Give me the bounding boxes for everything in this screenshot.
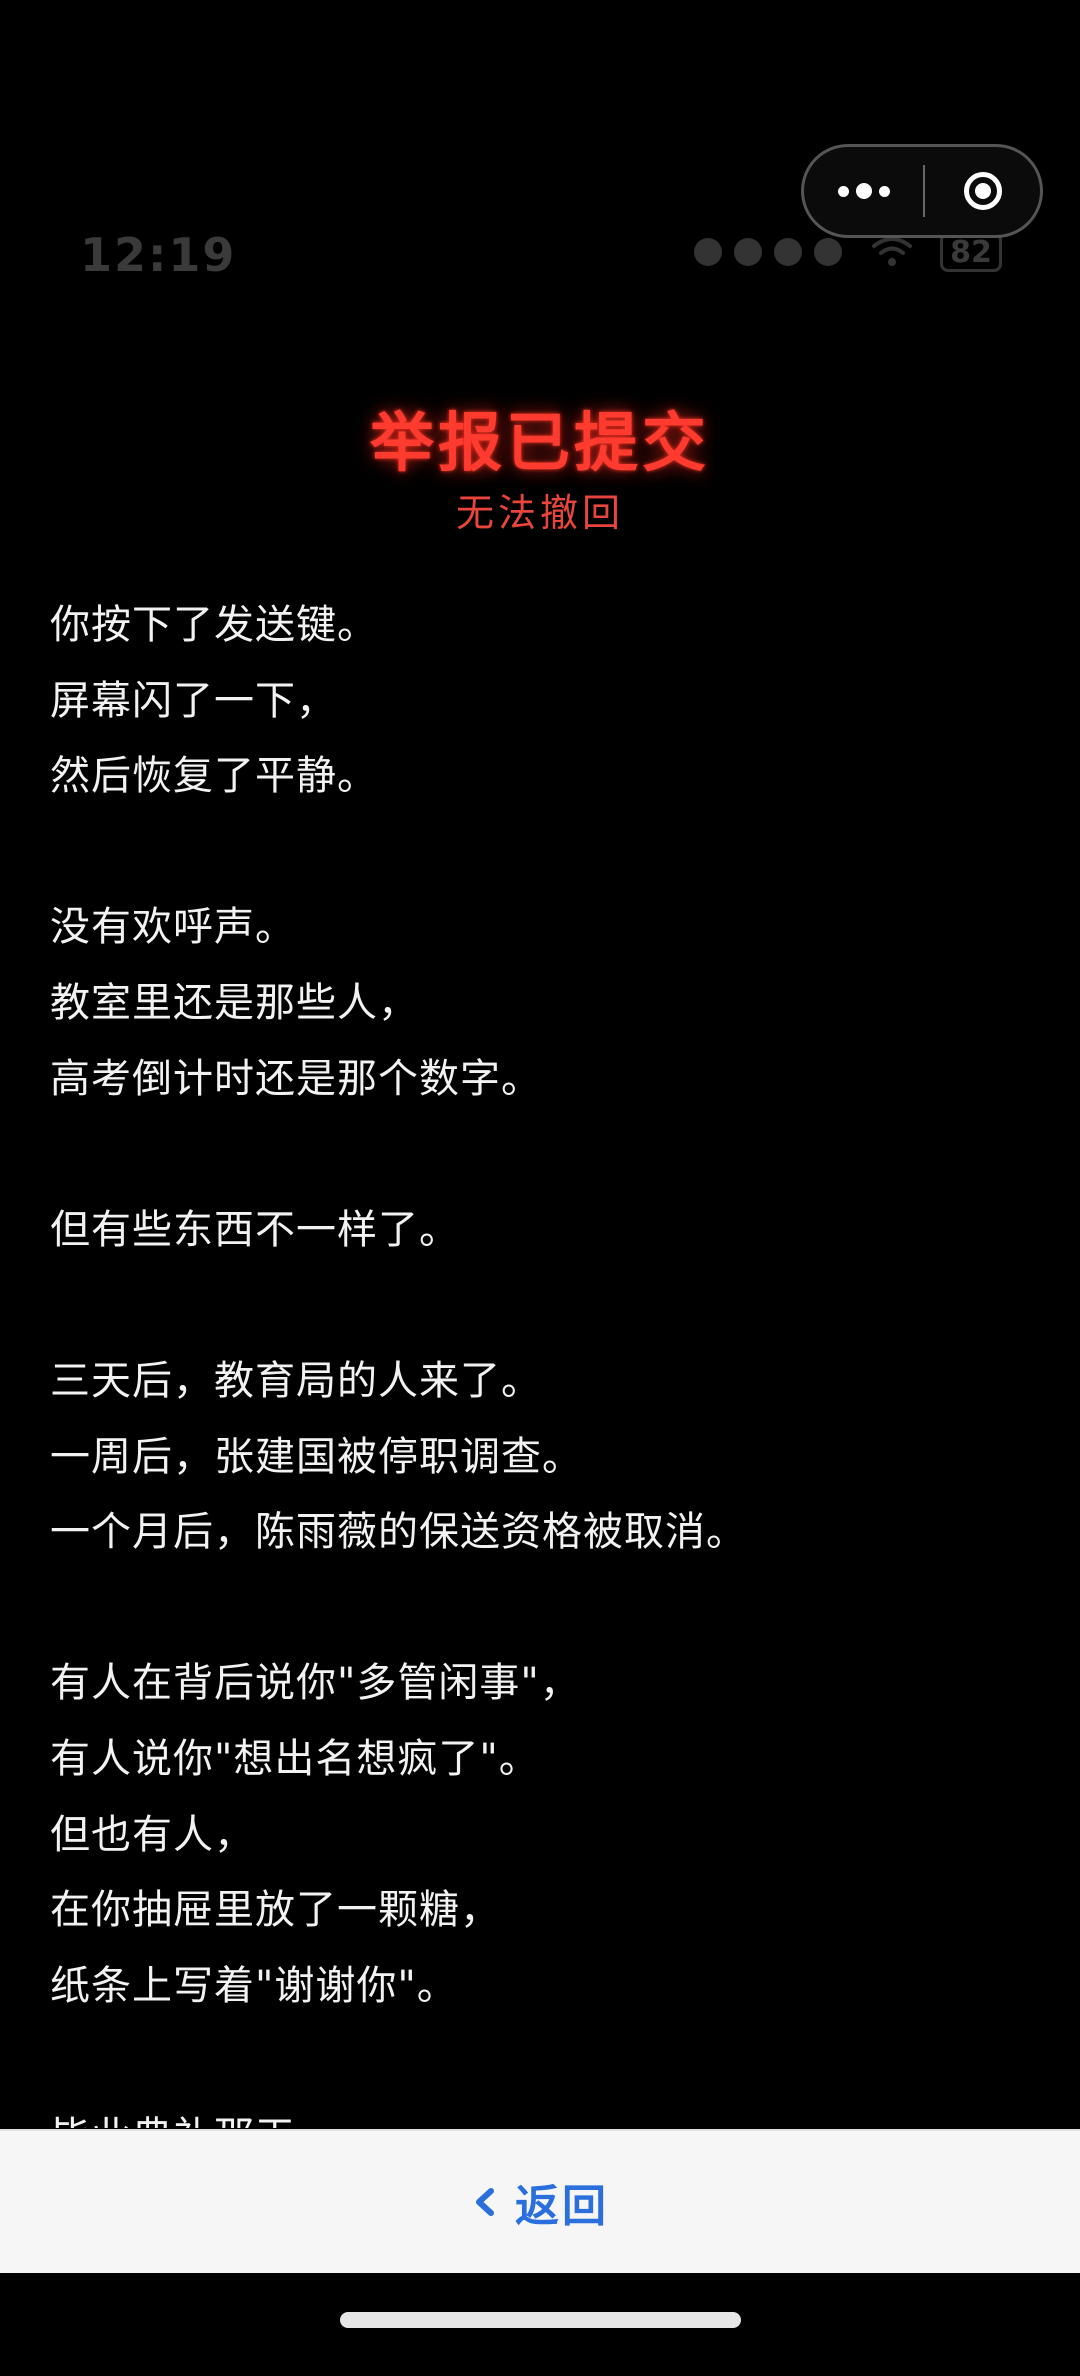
story-line: 三天后，教育局的人来了。 bbox=[50, 1357, 542, 1404]
more-dots-icon[interactable] bbox=[804, 147, 923, 235]
story-line: 纸条上写着"谢谢你"。 bbox=[50, 1962, 458, 2009]
home-indicator[interactable] bbox=[340, 2312, 741, 2328]
signal-dot-icon bbox=[734, 238, 762, 266]
story-line: 屏幕闪了一下， bbox=[50, 677, 337, 724]
target-ring-icon[interactable] bbox=[925, 147, 1040, 235]
page-title: 举报已提交 bbox=[370, 407, 710, 481]
story-blank-line bbox=[50, 1571, 1030, 1647]
story-line: 没有欢呼声。 bbox=[50, 904, 296, 951]
story-line: 你按下了发送键。 bbox=[50, 602, 378, 648]
dot bbox=[878, 185, 890, 197]
story-line: 有人在背后说你"多管闲事"， bbox=[50, 1660, 581, 1707]
story-blank-line bbox=[50, 1268, 1030, 1344]
signal-dot-icon bbox=[694, 238, 722, 266]
story-line: 但也有人， bbox=[50, 1811, 255, 1858]
dot bbox=[837, 185, 849, 197]
mini-program-capsule bbox=[801, 144, 1043, 238]
ring-core bbox=[974, 183, 991, 199]
story-line: 教室里还是那些人， bbox=[50, 979, 419, 1026]
story-blank-line bbox=[50, 1117, 1030, 1193]
status-time: 12:19 bbox=[80, 228, 237, 282]
story-blank-line bbox=[50, 2024, 1030, 2100]
back-button[interactable]: 返回 bbox=[471, 2170, 609, 2234]
story-line: 有人说你"想出名想疯了"。 bbox=[50, 1735, 540, 1782]
story-line: 但有些东西不一样了。 bbox=[50, 1206, 460, 1253]
story-blank-line bbox=[50, 815, 1030, 891]
back-label: 返回 bbox=[515, 2181, 609, 2232]
bottom-bar: 返回 bbox=[0, 2129, 1080, 2273]
wifi-icon bbox=[872, 237, 912, 266]
signal-dot-icon bbox=[814, 238, 842, 266]
status-indicators: 82 bbox=[694, 232, 1002, 272]
story-line: 然后恢复了平静。 bbox=[50, 753, 378, 800]
story-text: 你按下了发送键。 屏幕闪了一下， 然后恢复了平静。 没有欢呼声。教室里还是那些人， 高考… bbox=[50, 588, 1030, 2128]
battery-indicator: 82 bbox=[940, 232, 1002, 272]
chevron-left-icon bbox=[476, 2188, 494, 2216]
dot bbox=[855, 183, 872, 199]
story-line: 毕业典礼那天 bbox=[50, 2100, 1030, 2128]
signal-dot-icon bbox=[774, 238, 802, 266]
story-line: 一周后，张建国被停职调查。 bbox=[50, 1433, 583, 1480]
story-line: 高考倒计时还是那个数字。 bbox=[50, 1055, 542, 1102]
page-subtitle: 无法撤回 bbox=[455, 491, 624, 535]
ring bbox=[963, 172, 1002, 210]
story-line: 在你抽屉里放了一颗糖， bbox=[50, 1887, 501, 1934]
story-line: 一个月后，陈雨薇的保送资格被取消。 bbox=[50, 1509, 747, 1556]
